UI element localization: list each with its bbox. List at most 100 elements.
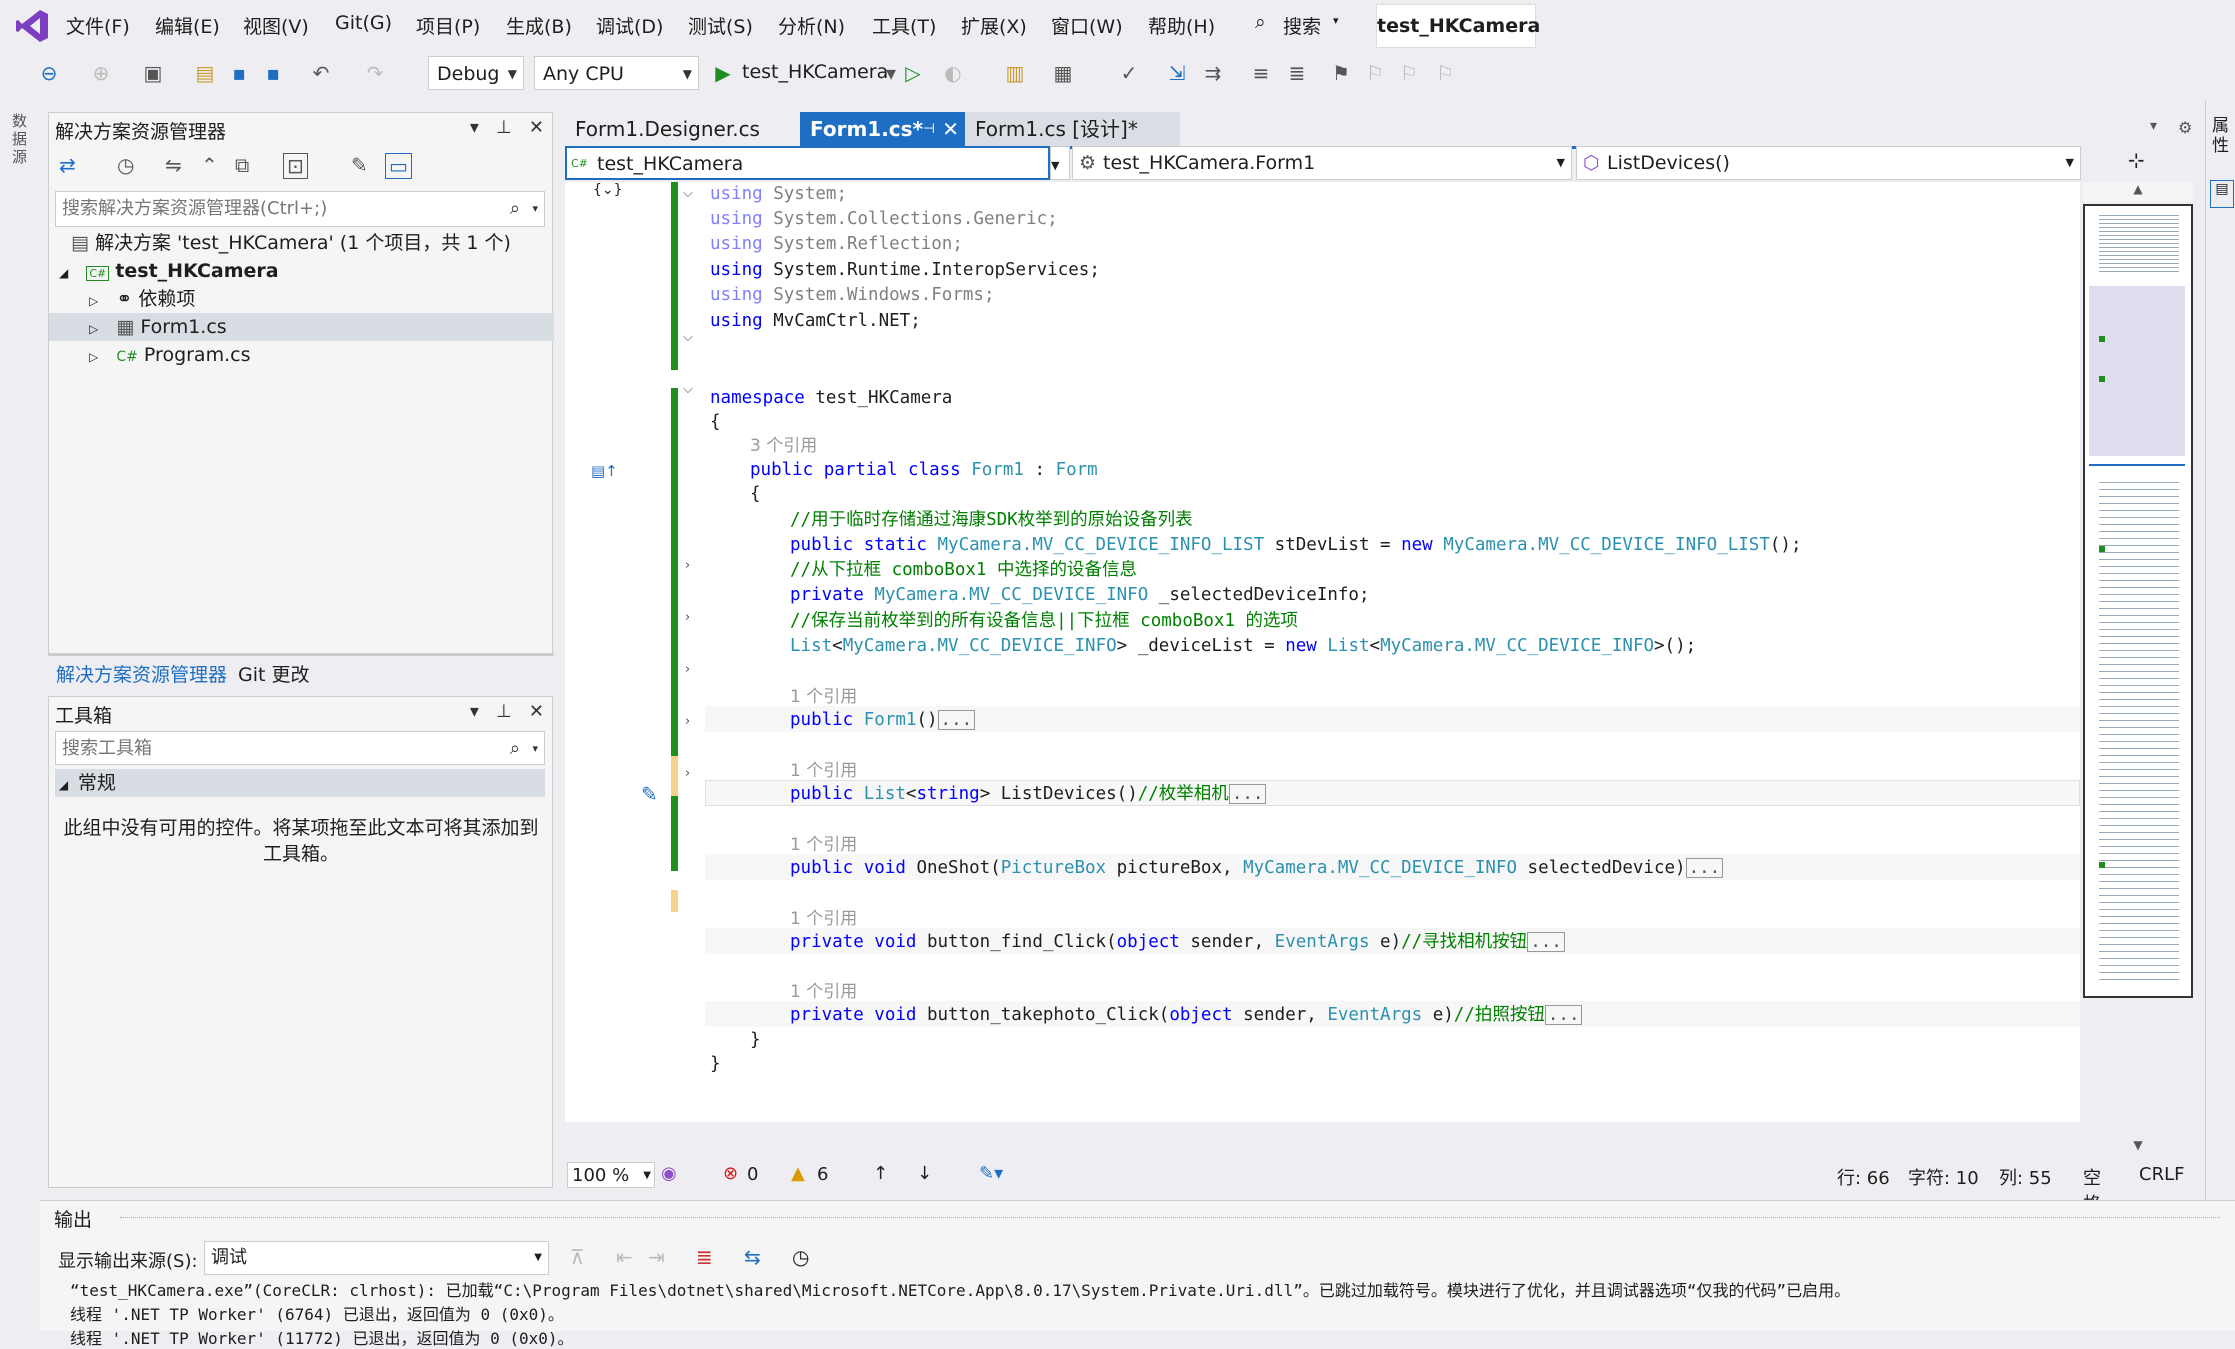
find-message-icon[interactable]: ⊼ bbox=[570, 1245, 585, 1269]
undo-icon[interactable]: ↶ bbox=[308, 60, 334, 86]
next-bookmark-icon[interactable]: ⚐ bbox=[1396, 60, 1422, 86]
sync-icon[interactable]: ⇄ bbox=[59, 153, 76, 177]
start-without-debug-icon[interactable]: ▷ bbox=[900, 60, 926, 86]
step-icon[interactable]: ⇲ bbox=[1164, 60, 1190, 86]
global-search[interactable]: ⌕ 搜索 ▾ bbox=[1255, 6, 1355, 40]
status-char[interactable]: 字符: 10 bbox=[1908, 1164, 1979, 1190]
clear-bookmark-icon[interactable]: ⚐ bbox=[1432, 60, 1458, 86]
status-eol[interactable]: CRLF bbox=[2139, 1164, 2184, 1185]
fold-closed-icon[interactable]: › bbox=[685, 766, 690, 781]
code-editor[interactable]: {⌄} ▤↑ ✎ ⌵ ⌵ ⌵ › › › › › using System; u… bbox=[565, 182, 2080, 1122]
tree-solution[interactable]: ▤ 解决方案 'test_HKCamera' (1 个项目，共 1 个) bbox=[49, 229, 511, 257]
switch-view-icon[interactable]: ⇋ bbox=[165, 153, 182, 177]
history-icon[interactable]: ◷ bbox=[117, 153, 134, 177]
menu-analyze[interactable]: 分析(N) bbox=[778, 12, 845, 39]
copy-icon[interactable]: ⧉ bbox=[235, 153, 249, 177]
layout-icon[interactable]: ▦ bbox=[1050, 60, 1076, 86]
properties-icon[interactable]: ▤ bbox=[2210, 180, 2234, 208]
start-debug-icon[interactable]: ▶ bbox=[710, 60, 736, 86]
menu-project[interactable]: 项目(P) bbox=[416, 12, 480, 39]
close-icon[interactable]: ✕ bbox=[942, 112, 959, 146]
open-folder-icon[interactable]: ▤ bbox=[192, 60, 218, 86]
menu-file[interactable]: 文件(F) bbox=[66, 12, 130, 39]
zoom-dropdown[interactable]: 100 % ▼ bbox=[567, 1162, 655, 1188]
codelens-references[interactable]: 3 个引用 bbox=[750, 434, 817, 458]
tab-form1-cs[interactable]: Form1.cs* ⊣ ✕ bbox=[800, 112, 965, 146]
tree-item-form1[interactable]: ▷ ▦ Form1.cs bbox=[49, 313, 554, 341]
menu-help[interactable]: 帮助(H) bbox=[1148, 12, 1215, 39]
error-icon[interactable]: ⊗ bbox=[723, 1163, 738, 1184]
fold-closed-icon[interactable]: › bbox=[685, 610, 690, 625]
forward-icon[interactable]: ⊕ bbox=[88, 60, 114, 86]
save-icon[interactable]: ▪ bbox=[226, 60, 252, 86]
implemented-icon[interactable]: ▤↑ bbox=[591, 462, 618, 480]
menu-window[interactable]: 窗口(W) bbox=[1051, 12, 1123, 39]
spell-check-icon[interactable]: ✓ bbox=[1116, 60, 1142, 86]
chevron-down-icon[interactable]: ▾ bbox=[2150, 118, 2157, 134]
fold-closed-icon[interactable]: › bbox=[685, 558, 690, 573]
solution-search-input[interactable]: 搜索解决方案资源管理器(Ctrl+;) ⌕ ▾ bbox=[55, 191, 545, 227]
scroll-down-icon[interactable]: ▼ bbox=[2083, 1138, 2193, 1158]
platform-dropdown[interactable]: Any CPU ▼ bbox=[534, 56, 699, 90]
status-col[interactable]: 列: 55 bbox=[1999, 1164, 2052, 1190]
menu-extensions[interactable]: 扩展(X) bbox=[961, 12, 1027, 39]
warning-icon[interactable]: ▲ bbox=[791, 1163, 805, 1184]
folder-icon[interactable]: ▥ bbox=[1002, 60, 1028, 86]
menu-view[interactable]: 视图(V) bbox=[243, 12, 309, 39]
nav-member-dropdown[interactable]: ⬡ ListDevices() ▼ bbox=[1576, 146, 2081, 180]
copilot-icon[interactable]: ◉ bbox=[661, 1163, 677, 1184]
data-sources-tab[interactable]: 数据源 bbox=[12, 112, 30, 166]
scroll-up-icon[interactable]: ▲ bbox=[2083, 182, 2193, 202]
gear-icon[interactable]: ⚙ bbox=[2178, 118, 2192, 137]
tab-form1-designer-cs[interactable]: Form1.Designer.cs bbox=[565, 112, 800, 146]
menu-debug[interactable]: 调试(D) bbox=[596, 12, 663, 39]
format-icon[interactable]: ⇉ bbox=[1200, 60, 1226, 86]
quick-action-icon[interactable]: {⌄} bbox=[593, 182, 623, 198]
clock-icon[interactable]: ◷ bbox=[792, 1245, 809, 1269]
menu-build[interactable]: 生成(B) bbox=[506, 12, 572, 39]
collapse-all-icon[interactable]: ⌃ bbox=[201, 153, 218, 177]
prev-message-icon[interactable]: ⇤ bbox=[616, 1245, 633, 1269]
tab-form1-design[interactable]: Form1.cs [设计]* bbox=[965, 112, 1180, 146]
bookmark-icon[interactable]: ⚑ bbox=[1328, 60, 1354, 86]
menu-git[interactable]: Git(G) bbox=[335, 12, 392, 34]
split-editor-icon[interactable]: ⊹ bbox=[2128, 148, 2145, 172]
toolbox-group-general[interactable]: ◢ 常规 bbox=[55, 769, 545, 797]
configuration-dropdown[interactable]: Debug ▼ bbox=[428, 56, 524, 90]
indent-icon[interactable]: ≡ bbox=[1248, 60, 1274, 86]
tree-project[interactable]: ◢ C# test_HKCamera bbox=[49, 257, 279, 285]
pin-icon[interactable]: ⊥ bbox=[496, 117, 512, 138]
back-icon[interactable]: ⊖ bbox=[36, 60, 62, 86]
code-cleanup-icon[interactable]: ✎▾ bbox=[979, 1163, 1003, 1184]
output-source-dropdown[interactable]: 调试 ▼ bbox=[204, 1241, 549, 1275]
close-icon[interactable]: ✕ bbox=[529, 701, 544, 722]
properties-tab[interactable]: 属性 bbox=[2212, 116, 2232, 156]
pin-icon[interactable]: ⊥ bbox=[496, 701, 512, 722]
chevron-down-icon[interactable]: ▾ bbox=[470, 701, 479, 722]
fold-closed-icon[interactable]: › bbox=[685, 714, 690, 729]
preview-icon[interactable]: ▭ bbox=[385, 153, 412, 179]
menu-test[interactable]: 测试(S) bbox=[688, 12, 753, 39]
save-all-icon[interactable]: ▪ bbox=[260, 60, 286, 86]
nav-project-caret[interactable]: ▼ bbox=[1050, 146, 1070, 180]
toolbox-search-input[interactable]: 搜索工具箱 ⌕ ▾ bbox=[55, 731, 545, 765]
menu-edit[interactable]: 编辑(E) bbox=[155, 12, 220, 39]
menu-tools[interactable]: 工具(T) bbox=[872, 12, 936, 39]
tree-item-dependencies[interactable]: ▷ ⚭ 依赖项 bbox=[49, 285, 195, 313]
next-message-icon[interactable]: ⇥ bbox=[648, 1245, 665, 1269]
properties-icon[interactable]: ✎ bbox=[351, 153, 368, 177]
arrow-up-icon[interactable]: ↑ bbox=[873, 1163, 888, 1184]
new-project-icon[interactable]: ▣ bbox=[140, 60, 166, 86]
outdent-icon[interactable]: ≣ bbox=[1284, 60, 1310, 86]
word-wrap-icon[interactable]: ⇆ bbox=[744, 1245, 761, 1269]
visual-studio-logo-icon[interactable] bbox=[14, 8, 50, 44]
tree-item-program[interactable]: ▷ C# Program.cs bbox=[49, 341, 250, 369]
close-icon[interactable]: ✕ bbox=[529, 117, 544, 138]
pin-icon[interactable]: ⊣ bbox=[923, 112, 935, 146]
nav-class-dropdown[interactable]: ⚙ test_HKCamera.Form1 ▼ bbox=[1072, 146, 1572, 180]
tab-solution-explorer[interactable]: 解决方案资源管理器 bbox=[56, 660, 227, 687]
fold-open-icon[interactable]: ⌵ bbox=[683, 186, 693, 201]
minimap-scrollbar[interactable] bbox=[2083, 204, 2193, 998]
chevron-down-icon[interactable]: ▾ bbox=[470, 117, 479, 138]
prev-bookmark-icon[interactable]: ⚐ bbox=[1362, 60, 1388, 86]
